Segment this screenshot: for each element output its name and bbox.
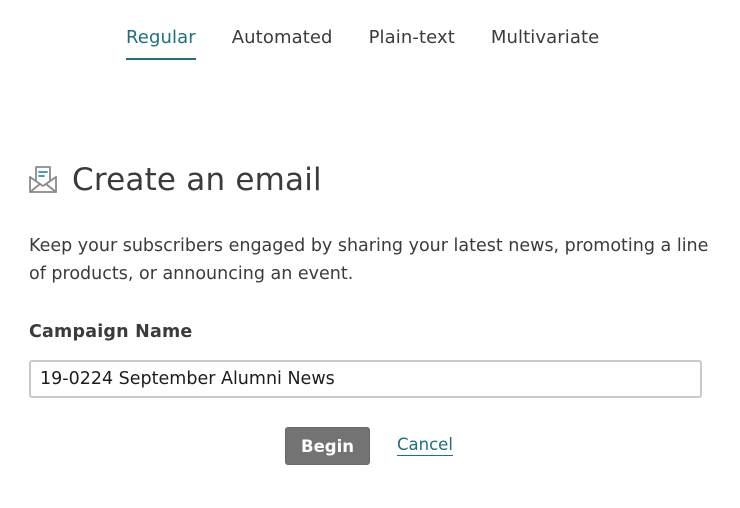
campaign-name-input[interactable] [29, 360, 702, 398]
page-title: Create an email [72, 162, 322, 198]
page-description: Keep your subscribers engaged by sharing… [29, 236, 709, 284]
tab-regular[interactable]: Regular [126, 24, 196, 60]
page-heading: Create an email [28, 162, 322, 198]
create-email-page: Regular Automated Plain-text Multivariat… [0, 0, 740, 508]
tab-multivariate[interactable]: Multivariate [491, 24, 599, 60]
tab-plain-text[interactable]: Plain-text [369, 24, 455, 60]
tab-automated[interactable]: Automated [232, 24, 333, 60]
email-envelope-icon [28, 165, 58, 195]
campaign-name-label: Campaign Name [29, 322, 193, 342]
begin-button[interactable]: Begin [285, 427, 370, 465]
campaign-type-tabs: Regular Automated Plain-text Multivariat… [126, 24, 635, 60]
cancel-link[interactable]: Cancel [397, 435, 453, 456]
